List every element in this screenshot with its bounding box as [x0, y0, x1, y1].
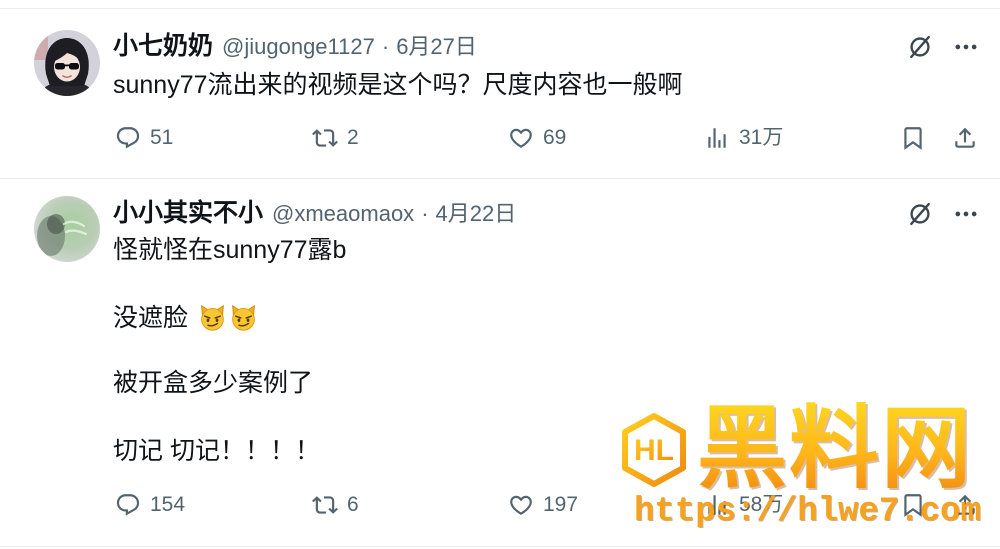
retweet-icon: [312, 129, 338, 147]
retweet-count: 6: [347, 493, 359, 516]
like-button[interactable]: 197: [508, 492, 578, 518]
tweet-text-line: 切记 切记！！！！: [113, 437, 320, 465]
grok-icon: [910, 202, 930, 226]
tweet-text: sunny77流出来的视频是这个吗？尺度内容也一般啊: [113, 71, 683, 99]
avatar[interactable]: [34, 196, 100, 262]
tweet-header: 小小其实不小 @xmeaomaox · 4月22日: [113, 197, 516, 229]
separator: ·: [421, 201, 429, 226]
retweet-count: 2: [347, 126, 359, 149]
like-button[interactable]: 69: [508, 125, 566, 151]
watermark-logo: HL: [616, 412, 692, 488]
avatar[interactable]: [34, 30, 100, 96]
post-date[interactable]: 4月22日: [436, 201, 517, 226]
tweet-text-line: 没遮脸: [113, 302, 258, 334]
views-chart-icon: [708, 128, 726, 148]
separator: ·: [381, 34, 390, 59]
bookmark-button[interactable]: [900, 125, 926, 151]
watermark-url: https://hlwe7.com: [634, 493, 981, 531]
reply-button[interactable]: 154: [115, 492, 185, 518]
post-date[interactable]: 6月27日: [396, 34, 477, 59]
grok-button[interactable]: [906, 33, 934, 61]
reply-count: 154: [150, 493, 186, 516]
share-button[interactable]: [952, 125, 978, 151]
avatar-icon: [34, 30, 100, 96]
display-name[interactable]: 小小其实不小: [113, 199, 263, 227]
tweet-text-fragment: 没遮脸: [113, 304, 189, 332]
avatar-icon: [34, 196, 100, 262]
reply-button[interactable]: 51: [115, 125, 173, 151]
retweet-button[interactable]: 2: [312, 125, 359, 151]
smirking-cat-icon: [232, 304, 255, 331]
grok-button[interactable]: [906, 200, 934, 228]
retweet-button[interactable]: 6: [312, 492, 359, 518]
bottom-divider: [0, 546, 1000, 547]
heart-icon: [510, 495, 532, 515]
handle[interactable]: @jiugonge1127: [222, 34, 375, 59]
view-count: 31万: [739, 126, 784, 149]
like-count: 69: [543, 126, 567, 149]
watermark-brand: 黑料网: [697, 396, 973, 501]
grok-icon: [910, 35, 930, 59]
more-dots-icon: [955, 211, 977, 217]
reply-icon: [116, 494, 140, 516]
more-button[interactable]: [952, 33, 980, 61]
display-name[interactable]: 小七奶奶: [113, 32, 213, 60]
share-icon: [955, 127, 975, 148]
tweet-header: 小七奶奶 @jiugonge1127 · 6月27日: [113, 30, 477, 62]
retweet-icon: [312, 496, 338, 514]
watermark-logo-text: HL: [634, 434, 674, 467]
tweet[interactable]: 小七奶奶 @jiugonge1127 · 6月27日 sunny77流出来的视频是这个…: [0, 0, 1000, 178]
handle[interactable]: @xmeaomaox: [272, 201, 414, 226]
bookmark-icon: [904, 127, 922, 150]
reply-count: 51: [150, 126, 174, 149]
heart-icon: [510, 128, 532, 148]
smirking-cat-icon: [201, 304, 224, 331]
like-count: 197: [543, 493, 579, 516]
tweet-text-line: 怪就怪在sunny77露b: [113, 236, 347, 264]
reply-icon: [116, 127, 140, 149]
more-dots-icon: [955, 44, 977, 50]
views-button[interactable]: 31万: [704, 125, 783, 151]
watermark-logo-icon: HL: [622, 413, 686, 487]
tweet-text-line: 被开盒多少案例了: [113, 369, 314, 397]
more-button[interactable]: [952, 200, 980, 228]
